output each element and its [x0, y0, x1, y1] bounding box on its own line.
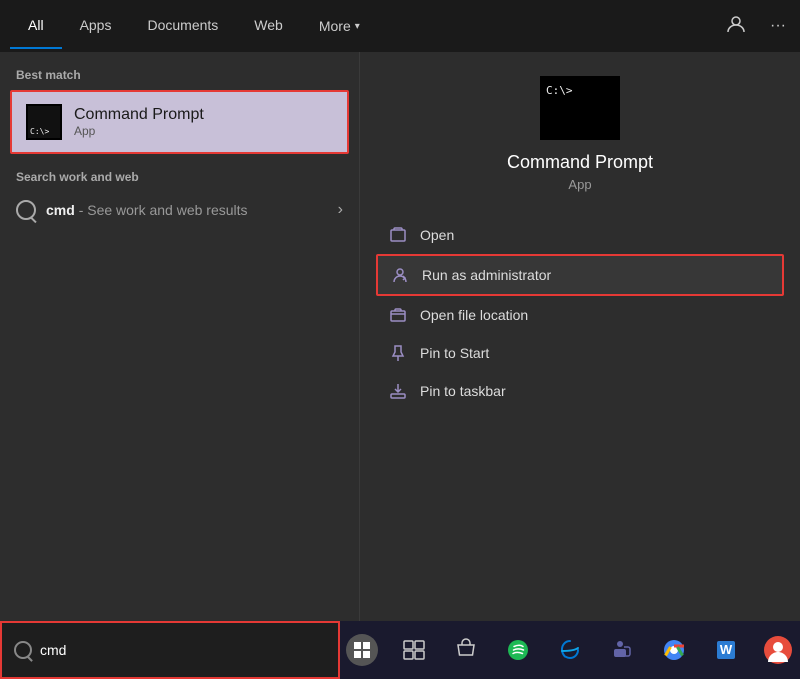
taskbar: W [0, 621, 800, 679]
action-open-label: Open [420, 227, 454, 243]
left-panel: Best match Command Prompt App Search wor… [0, 52, 360, 621]
action-run-as-admin-label: Run as administrator [422, 267, 551, 283]
action-open[interactable]: Open [376, 216, 784, 254]
cmd-app-icon [26, 104, 62, 140]
tab-apps[interactable]: Apps [62, 3, 130, 49]
run-as-admin-icon [390, 265, 410, 285]
taskbar-search [0, 621, 340, 679]
search-icon [16, 200, 36, 220]
action-list: Open Run as administrator [360, 216, 800, 410]
action-pin-to-start[interactable]: Pin to Start [376, 334, 784, 372]
action-open-file-location[interactable]: Open file location [376, 296, 784, 334]
app-subtitle: App [568, 177, 591, 192]
teams-button[interactable] [600, 628, 644, 672]
pin-to-taskbar-icon [388, 381, 408, 401]
taskbar-search-input[interactable] [40, 642, 326, 658]
edge-button[interactable] [548, 628, 592, 672]
cmd-search-row[interactable]: cmd - See work and web results › [0, 192, 359, 228]
nav-tabs: All Apps Documents Web More ▾ ··· [0, 0, 800, 52]
spotify-button[interactable] [496, 628, 540, 672]
taskbar-icons: W [340, 628, 800, 672]
action-open-file-location-label: Open file location [420, 307, 528, 323]
search-web-label: Search work and web [0, 154, 359, 192]
action-run-as-admin[interactable]: Run as administrator [376, 254, 784, 296]
taskbar-search-icon [14, 641, 32, 659]
start-circle [346, 634, 378, 666]
user-avatar-button[interactable] [756, 628, 800, 672]
tab-web[interactable]: Web [236, 3, 301, 49]
best-match-text: Command Prompt App [74, 106, 204, 138]
store-button[interactable] [444, 628, 488, 672]
best-match-item[interactable]: Command Prompt App [10, 90, 349, 154]
app-preview-icon [540, 76, 620, 140]
best-match-subtitle: App [74, 124, 204, 138]
more-options-icon-button[interactable]: ··· [766, 13, 790, 39]
start-button[interactable] [340, 628, 384, 672]
tab-more[interactable]: More ▾ [301, 4, 378, 48]
nav-tabs-left: All Apps Documents Web More ▾ [10, 3, 378, 49]
main-content: Best match Command Prompt App Search wor… [0, 52, 800, 621]
right-panel: Command Prompt App Open [360, 52, 800, 621]
app-title: Command Prompt [507, 152, 653, 173]
cmd-icon-inner [28, 106, 60, 138]
cmd-search-text: cmd - See work and web results [46, 202, 248, 218]
open-icon [388, 225, 408, 245]
chrome-button[interactable] [652, 628, 696, 672]
action-pin-to-taskbar[interactable]: Pin to taskbar [376, 372, 784, 410]
start-menu: All Apps Documents Web More ▾ ··· Best m… [0, 0, 800, 621]
svg-text:W: W [720, 642, 733, 657]
chevron-down-icon: ▾ [355, 21, 360, 32]
tab-all[interactable]: All [10, 3, 62, 49]
action-pin-to-start-label: Pin to Start [420, 345, 489, 361]
best-match-title: Command Prompt [74, 106, 204, 124]
task-view-button[interactable] [392, 628, 436, 672]
cmd-bold: cmd [46, 202, 75, 218]
tab-documents[interactable]: Documents [129, 3, 236, 49]
cmd-light: - See work and web results [79, 202, 248, 218]
cmd-arrow-icon: › [338, 201, 343, 219]
nav-tabs-right: ··· [722, 10, 790, 43]
pin-to-start-icon [388, 343, 408, 363]
word-button[interactable]: W [704, 628, 748, 672]
user-icon-button[interactable] [722, 10, 750, 43]
best-match-label: Best match [0, 68, 359, 90]
open-file-location-icon [388, 305, 408, 325]
action-pin-to-taskbar-label: Pin to taskbar [420, 383, 506, 399]
